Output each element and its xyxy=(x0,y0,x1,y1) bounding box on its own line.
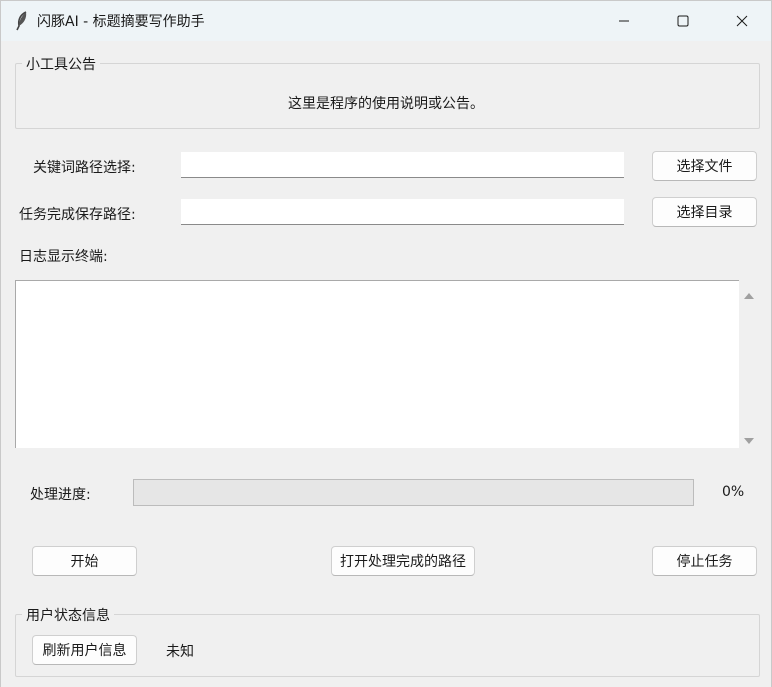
feather-icon xyxy=(15,11,29,31)
notice-text: 这里是程序的使用说明或公告。 xyxy=(288,96,484,112)
scroll-down-arrow-icon[interactable] xyxy=(744,433,754,449)
keyword-path-label: 关键词路径选择: xyxy=(33,160,136,176)
title-bar[interactable]: 闪豚AI - 标题摘要写作助手 xyxy=(1,1,771,41)
minimize-icon xyxy=(618,15,630,27)
progress-label: 处理进度: xyxy=(30,487,91,503)
open-output-path-button[interactable]: 打开处理完成的路径 xyxy=(331,546,475,576)
close-icon xyxy=(736,15,748,27)
log-label: 日志显示终端: xyxy=(19,249,108,265)
minimize-button[interactable] xyxy=(595,1,653,41)
user-status-group-title: 用户状态信息 xyxy=(22,605,114,625)
stop-task-button[interactable]: 停止任务 xyxy=(652,546,757,576)
start-button[interactable]: 开始 xyxy=(32,546,137,576)
close-button[interactable] xyxy=(713,1,771,41)
user-status-value: 未知 xyxy=(166,644,194,660)
save-path-label: 任务完成保存路径: xyxy=(19,207,136,223)
scroll-up-arrow-icon[interactable] xyxy=(744,288,754,304)
progress-percent: 0% xyxy=(722,484,745,500)
select-directory-button[interactable]: 选择目录 xyxy=(652,197,757,227)
log-scrollbar[interactable] xyxy=(739,280,759,448)
progress-bar xyxy=(133,479,694,506)
save-path-input[interactable] xyxy=(181,199,624,225)
app-window: 闪豚AI - 标题摘要写作助手 小工具公告 这里是程序的使用说明或公告。 关键词… xyxy=(0,0,772,687)
maximize-button[interactable] xyxy=(654,1,712,41)
select-file-button[interactable]: 选择文件 xyxy=(652,151,757,181)
window-title: 闪豚AI - 标题摘要写作助手 xyxy=(37,14,205,30)
log-terminal[interactable] xyxy=(15,280,739,448)
keyword-path-input[interactable] xyxy=(181,152,624,178)
refresh-user-info-button[interactable]: 刷新用户信息 xyxy=(32,635,137,665)
notice-group-title: 小工具公告 xyxy=(22,54,100,74)
maximize-icon xyxy=(677,15,689,27)
